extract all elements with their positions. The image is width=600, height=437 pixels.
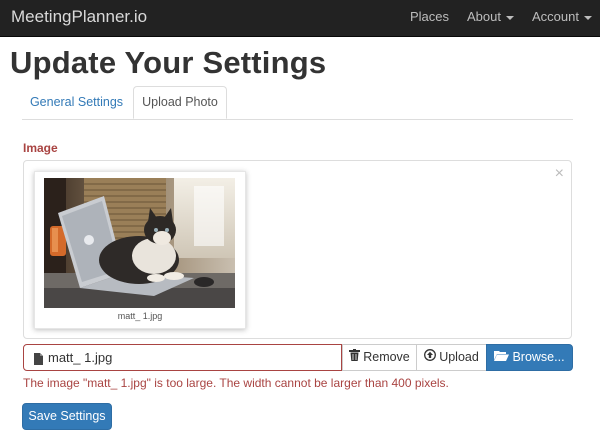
nav-account-label: Account bbox=[532, 9, 579, 24]
nav-places[interactable]: Places bbox=[410, 0, 449, 36]
folder-open-icon bbox=[494, 345, 510, 370]
file-name-text: matt_ 1.jpg bbox=[48, 350, 113, 365]
tab-upload-photo[interactable]: Upload Photo bbox=[133, 86, 227, 119]
nav-account-dropdown[interactable]: Account bbox=[532, 0, 592, 36]
trash-icon bbox=[349, 345, 361, 370]
file-icon bbox=[34, 352, 43, 370]
image-thumbnail: matt_ 1.jpg bbox=[34, 171, 246, 329]
settings-tabs: General Settings Upload Photo bbox=[22, 86, 573, 120]
image-preview-panel: × matt_ 1.jpg bbox=[23, 160, 572, 339]
top-navbar: MeetingPlanner.io Places About Account bbox=[0, 0, 600, 37]
remove-button[interactable]: Remove bbox=[342, 344, 417, 371]
upload-button[interactable]: Upload bbox=[416, 344, 487, 371]
brand-logo-link[interactable]: MeetingPlanner.io bbox=[11, 0, 147, 36]
save-settings-button[interactable]: Save Settings bbox=[22, 403, 112, 430]
cat-photo bbox=[44, 178, 235, 308]
close-icon[interactable]: × bbox=[555, 166, 564, 182]
validation-error-message: The image "matt_ 1.jpg" is too large. Th… bbox=[23, 376, 449, 390]
upload-button-label: Upload bbox=[439, 350, 479, 365]
caret-down-icon bbox=[583, 15, 592, 20]
nav-about-dropdown[interactable]: About bbox=[467, 0, 514, 36]
upload-circle-icon bbox=[424, 345, 437, 370]
nav-places-label: Places bbox=[410, 9, 450, 24]
browse-button[interactable]: Browse... bbox=[486, 344, 573, 371]
tab-general-settings[interactable]: General Settings bbox=[22, 86, 131, 119]
nav-about-label: About bbox=[467, 9, 501, 24]
image-field-label: Image bbox=[23, 141, 58, 155]
caret-down-icon bbox=[505, 15, 514, 20]
page-title: Update Your Settings bbox=[10, 45, 327, 80]
file-caption-input[interactable]: matt_ 1.jpg bbox=[23, 344, 342, 371]
thumbnail-caption: matt_ 1.jpg bbox=[117, 311, 163, 321]
browse-button-label: Browse... bbox=[512, 350, 565, 365]
remove-button-label: Remove bbox=[363, 350, 410, 365]
